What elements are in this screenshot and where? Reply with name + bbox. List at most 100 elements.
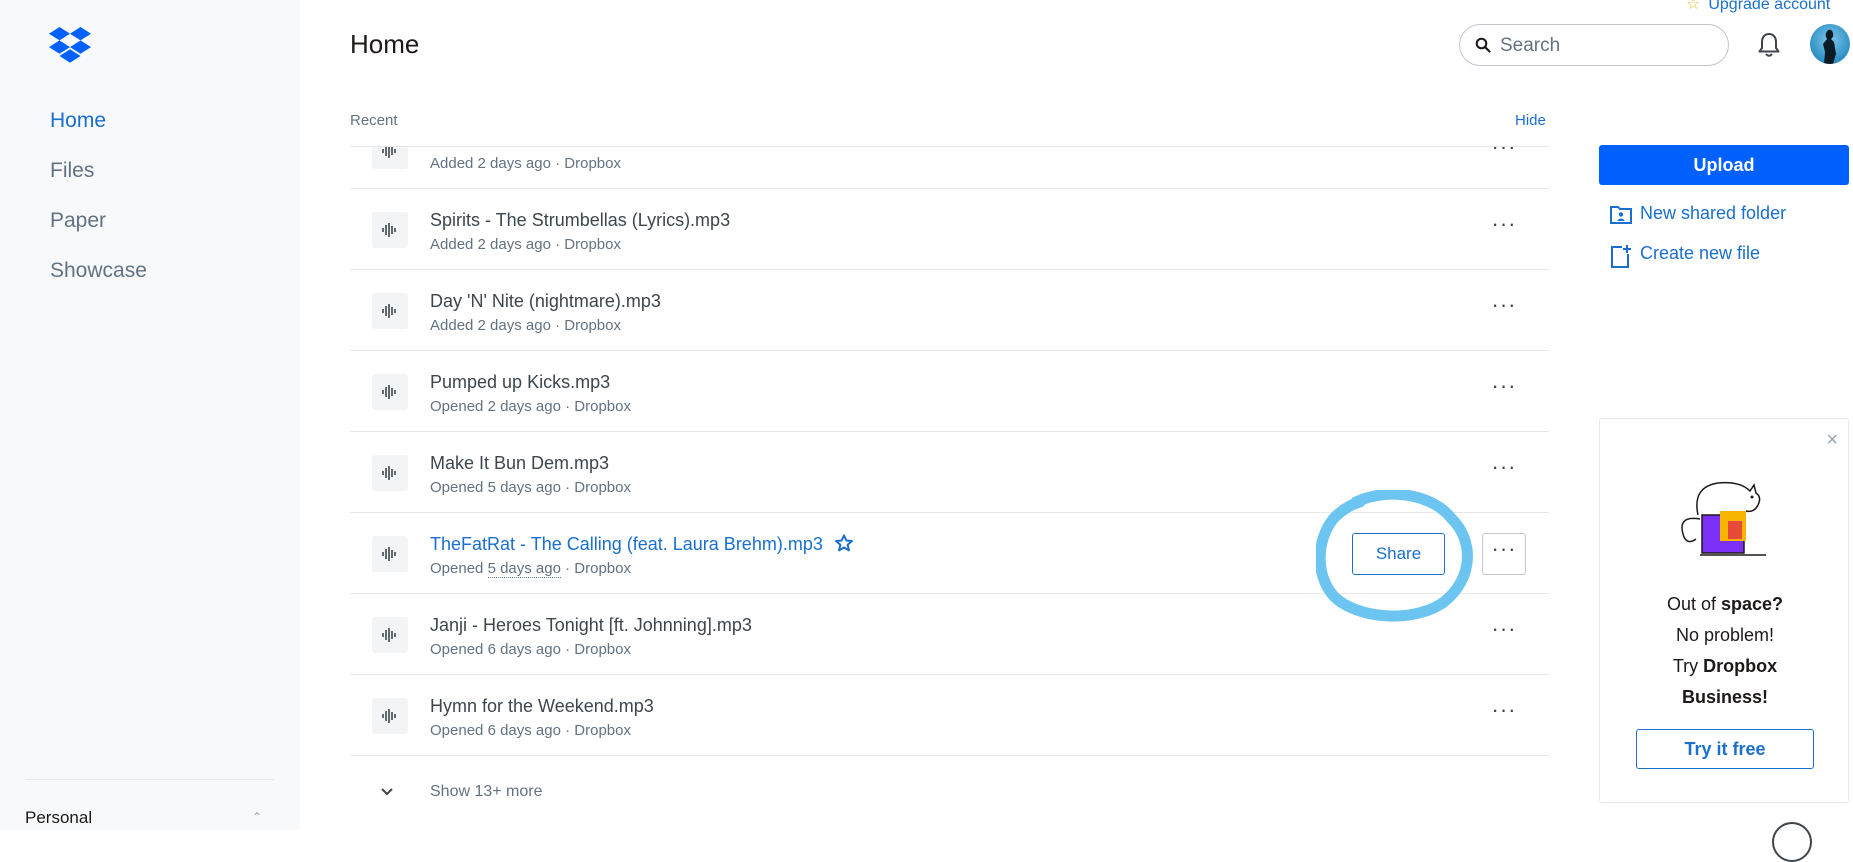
- star-icon[interactable]: [834, 534, 853, 552]
- sidebar-item-paper[interactable]: Paper: [50, 204, 147, 254]
- file-name-text: Hymn for the Weekend.mp3: [430, 696, 654, 716]
- more-options-icon[interactable]: ···: [1482, 699, 1526, 732]
- file-meta: Opened 5 days ago · Dropbox: [430, 560, 631, 578]
- file-meta-time: 2 days ago: [477, 317, 551, 334]
- promo-line2: No problem!: [1675, 625, 1775, 645]
- file-name-text: Day 'N' Nite (nightmare).mp3: [430, 291, 661, 311]
- sidebar-divider: [25, 779, 274, 780]
- page-title: Home: [350, 29, 420, 59]
- chevron-up-icon[interactable]: ⌃: [252, 810, 262, 824]
- file-row[interactable]: Day 'N' Nite (nightmare).mp3 Added 2 days…: [350, 270, 1549, 351]
- search-box[interactable]: [1459, 24, 1729, 66]
- more-options-icon[interactable]: ···: [1482, 213, 1526, 246]
- file-meta-action: Opened: [430, 641, 484, 658]
- file-meta-location: Dropbox: [574, 398, 631, 415]
- sidebar-item-files[interactable]: Files: [50, 154, 147, 204]
- new-shared-folder-link[interactable]: New shared folder: [1610, 203, 1786, 224]
- new-shared-folder-label: New shared folder: [1640, 203, 1787, 223]
- file-meta-time: 2 days ago: [487, 398, 561, 415]
- more-options-icon[interactable]: ···: [1482, 294, 1526, 327]
- sidebar-nav: Home Files Paper Showcase: [50, 104, 147, 304]
- file-meta-separator: ·: [565, 398, 571, 415]
- file-meta-separator: ·: [555, 236, 561, 253]
- file-name[interactable]: Janji - Heroes Tonight [ft. Johnning].mp…: [430, 615, 752, 636]
- hide-recent-link[interactable]: Hide: [1515, 112, 1546, 129]
- try-it-free-button[interactable]: Try it free: [1636, 729, 1814, 769]
- file-meta-action: Opened: [430, 398, 484, 415]
- file-row[interactable]: Pumped up Kicks.mp3 Opened 2 days ago · D…: [350, 351, 1549, 432]
- audio-file-icon: [382, 709, 396, 723]
- more-options-icon[interactable]: ···: [1482, 375, 1526, 408]
- file-meta-location: Dropbox: [574, 641, 631, 658]
- file-meta-location: Dropbox: [564, 155, 621, 172]
- recent-files-list: Added 2 days ago · Dropbox ··· Spirits - T…: [350, 146, 1549, 756]
- file-meta: Opened 2 days ago · Dropbox: [430, 398, 631, 415]
- recent-section-label: Recent: [350, 112, 398, 129]
- dropbox-logo-icon[interactable]: [49, 27, 91, 63]
- promo-line3-b: Dropbox: [1703, 656, 1778, 676]
- upgrade-account-label: Upgrade account: [1708, 0, 1831, 13]
- more-options-icon[interactable]: ···: [1482, 456, 1526, 489]
- file-meta-location: Dropbox: [574, 560, 631, 577]
- file-thumbnail: [372, 147, 408, 169]
- more-options-icon[interactable]: ···: [1482, 147, 1526, 169]
- file-name[interactable]: Hymn for the Weekend.mp3: [430, 696, 654, 717]
- file-name[interactable]: Spirits - The Strumbellas (Lyrics).mp3: [430, 210, 730, 231]
- avatar[interactable]: [1810, 24, 1850, 64]
- star-outline-icon: ☆: [1686, 0, 1701, 13]
- shared-folder-icon: [1610, 206, 1632, 224]
- file-thumbnail: [372, 617, 408, 653]
- create-new-file-link[interactable]: Create new file: [1610, 243, 1760, 268]
- file-meta-location: Dropbox: [564, 317, 621, 334]
- upload-button[interactable]: Upload: [1599, 145, 1849, 185]
- show-more-label: Show 13+ more: [430, 783, 543, 800]
- file-meta-time: 2 days ago: [477, 155, 551, 172]
- file-meta-time: 6 days ago: [487, 641, 561, 658]
- file-row[interactable]: Added 2 days ago · Dropbox ···: [350, 146, 1549, 189]
- account-switcher-label[interactable]: Personal: [25, 808, 92, 828]
- file-row[interactable]: Make It Bun Dem.mp3 Opened 5 days ago · D…: [350, 432, 1549, 513]
- promo-line4: Business!: [1681, 687, 1769, 707]
- file-name[interactable]: Pumped up Kicks.mp3: [430, 372, 610, 393]
- file-meta-location: Dropbox: [574, 722, 631, 739]
- promo-line1-b: space?: [1720, 594, 1784, 614]
- file-thumbnail: [372, 698, 408, 734]
- help-icon[interactable]: [1772, 822, 1812, 862]
- sidebar-item-showcase[interactable]: Showcase: [50, 254, 147, 304]
- file-name[interactable]: Day 'N' Nite (nightmare).mp3: [430, 291, 661, 312]
- file-name-text: Make It Bun Dem.mp3: [430, 453, 610, 473]
- file-name[interactable]: TheFatRat - The Calling (feat. Laura Bre…: [430, 534, 853, 555]
- file-name-text: TheFatRat - The Calling (feat. Laura Bre…: [430, 534, 823, 554]
- search-input[interactable]: [1500, 33, 1710, 59]
- file-meta-separator: ·: [565, 560, 571, 577]
- close-icon[interactable]: ×: [1826, 429, 1838, 452]
- file-row[interactable]: Janji - Heroes Tonight [ft. Johnning].mp…: [350, 594, 1549, 675]
- file-meta-action: Added: [430, 317, 474, 334]
- file-meta-separator: ·: [565, 641, 571, 658]
- file-meta-separator: ·: [555, 155, 561, 172]
- file-meta: Added 2 days ago · Dropbox: [430, 155, 621, 172]
- file-name[interactable]: Make It Bun Dem.mp3: [430, 453, 609, 474]
- more-options-icon[interactable]: ···: [1482, 618, 1526, 651]
- file-meta: Added 2 days ago · Dropbox: [430, 236, 621, 253]
- sidebar-item-home[interactable]: Home: [50, 104, 147, 154]
- upgrade-promo-card: × Out of space? No problem! Try Dropbox …: [1599, 418, 1849, 803]
- upgrade-account-link[interactable]: ☆ Upgrade account: [1686, 0, 1830, 14]
- file-thumbnail: [372, 455, 408, 491]
- more-options-icon[interactable]: ···: [1482, 533, 1526, 575]
- file-row[interactable]: Spirits - The Strumbellas (Lyrics).mp3 Ad…: [350, 189, 1549, 270]
- show-more-button[interactable]: Show 13+ more: [380, 783, 543, 801]
- audio-file-icon: [382, 147, 396, 158]
- file-name-text: Spirits - The Strumbellas (Lyrics).mp3: [430, 210, 731, 230]
- share-button[interactable]: Share: [1352, 533, 1445, 575]
- file-thumbnail: [372, 212, 408, 248]
- avatar-silhouette-icon: [1823, 29, 1836, 64]
- bell-icon[interactable]: [1757, 32, 1781, 58]
- file-meta-time: 6 days ago: [487, 722, 561, 739]
- file-name-text: Janji - Heroes Tonight [ft. Johnning].mp…: [430, 615, 752, 635]
- file-row[interactable]: TheFatRat - The Calling (feat. Laura Bre…: [350, 513, 1549, 594]
- file-meta-separator: ·: [565, 479, 571, 496]
- file-row[interactable]: Hymn for the Weekend.mp3 Opened 6 days ag…: [350, 675, 1549, 756]
- left-sidebar: Home Files Paper Showcase Personal ⌃: [0, 0, 300, 830]
- file-meta-location: Dropbox: [574, 479, 631, 496]
